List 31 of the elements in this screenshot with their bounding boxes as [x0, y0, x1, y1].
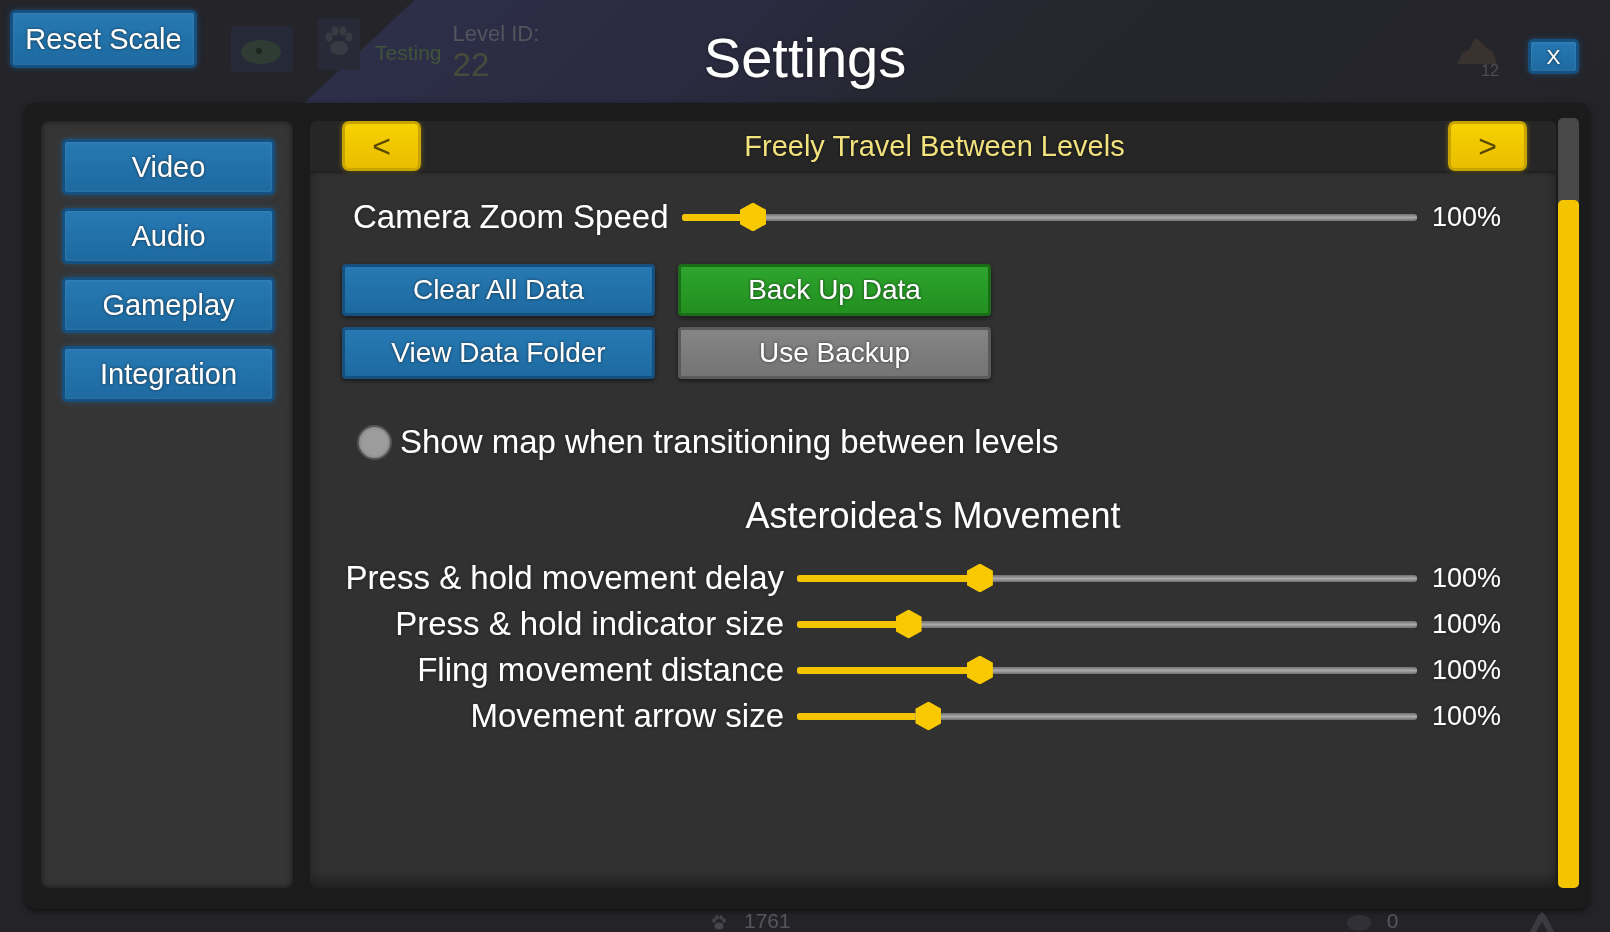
slider-value: 100%	[1432, 654, 1501, 686]
sidebar-tab[interactable]: Audio	[62, 208, 275, 264]
slider-value: 100%	[1432, 608, 1501, 640]
slider-thumb[interactable]	[740, 202, 766, 232]
slider-value: 100%	[1432, 201, 1501, 233]
data-action-button[interactable]: Clear All Data	[342, 264, 655, 316]
slider-label: Movement arrow size	[469, 697, 784, 735]
sidebar-tab[interactable]: Integration	[62, 346, 275, 402]
sidebar-tab[interactable]: Video	[62, 139, 275, 195]
counter-value: 1761	[744, 909, 791, 932]
radio-toggle[interactable]	[357, 424, 392, 460]
window-title: Settings	[703, 25, 907, 90]
next-page-button[interactable]: >	[1448, 121, 1527, 171]
sidebar-tab[interactable]: Gameplay	[62, 277, 275, 333]
reset-scale-button[interactable]: Reset Scale	[10, 10, 197, 68]
slider-label: Press & hold movement delay	[344, 559, 784, 597]
slider-value: 100%	[1432, 562, 1501, 594]
slider-label: Camera Zoom Speed	[353, 198, 669, 236]
coin-count: 0	[1386, 909, 1399, 932]
slider-label: Press & hold indicator size	[394, 605, 784, 643]
data-action-button[interactable]: Back Up Data	[678, 264, 991, 316]
close-button[interactable]: X	[1528, 39, 1579, 74]
paw-icon	[318, 18, 360, 70]
section-heading: Asteroidea's Movement	[744, 494, 1122, 538]
blob-icon	[231, 26, 293, 72]
data-action-button[interactable]: View Data Folder	[342, 327, 655, 379]
page-title: Freely Travel Between Levels	[743, 129, 1126, 163]
toggle-label: Show map when transitioning between levels	[400, 423, 1059, 461]
slider-value: 100%	[1432, 700, 1501, 732]
slider-label: Fling movement distance	[416, 651, 784, 689]
previous-page-button[interactable]: <	[342, 121, 421, 171]
